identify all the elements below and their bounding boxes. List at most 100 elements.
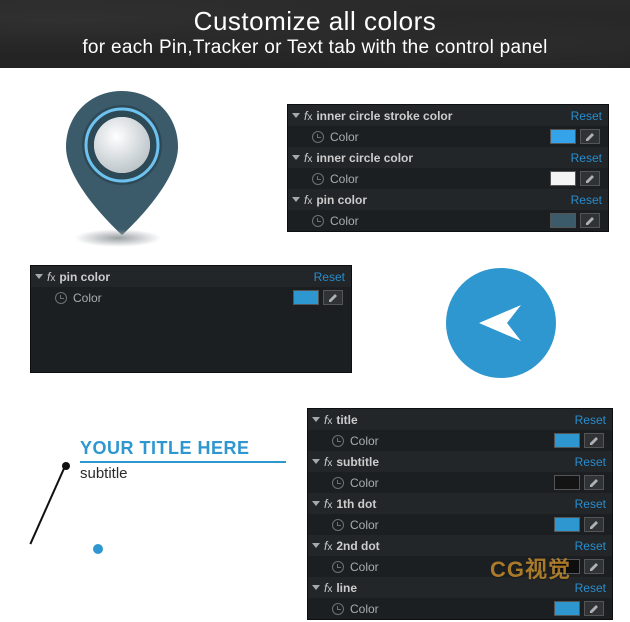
color-swatch[interactable] [550,171,576,186]
stopwatch-icon[interactable] [332,603,344,615]
effect-group: fx subtitle Reset Color [308,451,612,493]
effects-panel-text: fx title Reset Color fx subtitle Reset C… [307,408,613,620]
fx-badge-icon: fx [304,151,312,165]
eyedropper-button[interactable] [584,601,604,616]
effect-property-row: Color [308,598,612,619]
title-text: YOUR TITLE HERE [80,438,286,459]
twirl-down-icon[interactable] [312,501,320,506]
title-dot-secondary [93,544,103,554]
property-label: Color [330,172,359,186]
effect-group: fx pin color Reset Color [31,266,351,308]
color-swatch[interactable] [554,475,580,490]
reset-link[interactable]: Reset [571,193,602,207]
reset-link[interactable]: Reset [571,151,602,165]
effect-header[interactable]: fx line Reset [308,577,612,598]
property-label: Color [73,291,102,305]
color-swatch[interactable] [554,559,580,574]
send-arrow-icon [446,268,556,378]
color-swatch[interactable] [554,433,580,448]
reset-link[interactable]: Reset [575,497,606,511]
stopwatch-icon[interactable] [312,131,324,143]
effect-header[interactable]: fx pin color Reset [288,189,608,210]
effect-header[interactable]: fx 2nd dot Reset [308,535,612,556]
eyedropper-button[interactable] [584,559,604,574]
reset-link[interactable]: Reset [571,109,602,123]
fx-badge-icon: fx [324,497,332,511]
twirl-down-icon[interactable] [312,585,320,590]
eyedropper-button[interactable] [584,475,604,490]
effect-group: fx line Reset Color [308,577,612,619]
reset-link[interactable]: Reset [575,413,606,427]
fx-badge-icon: fx [324,413,332,427]
effect-group: fx 2nd dot Reset Color [308,535,612,577]
stopwatch-icon[interactable] [312,215,324,227]
effect-group: fx title Reset Color [308,409,612,451]
property-label: Color [350,602,379,616]
twirl-down-icon[interactable] [312,459,320,464]
title-line-connector [29,466,65,544]
color-swatch[interactable] [550,213,576,228]
property-label: Color [350,476,379,490]
eyedropper-button[interactable] [584,433,604,448]
stopwatch-icon[interactable] [312,173,324,185]
twirl-down-icon[interactable] [312,417,320,422]
fx-badge-icon: fx [47,270,55,284]
color-swatch[interactable] [550,129,576,144]
effects-panel-pin: fx inner circle stroke color Reset Color… [287,104,609,232]
twirl-down-icon[interactable] [35,274,43,279]
stopwatch-icon[interactable] [332,477,344,489]
twirl-down-icon[interactable] [312,543,320,548]
fx-badge-icon: fx [324,581,332,595]
effect-name: line [336,581,357,595]
effect-header[interactable]: fx pin color Reset [31,266,351,287]
twirl-down-icon[interactable] [292,197,300,202]
eyedropper-button[interactable] [323,290,343,305]
color-swatch[interactable] [554,517,580,532]
effect-name: pin color [316,193,367,207]
color-swatch[interactable] [293,290,319,305]
effect-name: pin color [59,270,110,284]
twirl-down-icon[interactable] [292,155,300,160]
effects-panel-tracker: fx pin color Reset Color [30,265,352,373]
effect-header[interactable]: fx inner circle stroke color Reset [288,105,608,126]
effect-group: fx inner circle stroke color Reset Color [288,105,608,147]
fx-badge-icon: fx [324,539,332,553]
color-swatch[interactable] [554,601,580,616]
effect-header[interactable]: fx inner circle color Reset [288,147,608,168]
title-underline: YOUR TITLE HERE [80,438,286,463]
eyedropper-button[interactable] [580,213,600,228]
subtitle-text: subtitle [80,465,286,482]
effect-group: fx pin color Reset Color [288,189,608,231]
effect-header[interactable]: fx subtitle Reset [308,451,612,472]
eyedropper-button[interactable] [580,129,600,144]
reset-link[interactable]: Reset [575,539,606,553]
effect-name: inner circle stroke color [316,109,452,123]
effect-header[interactable]: fx 1th dot Reset [308,493,612,514]
effect-header[interactable]: fx title Reset [308,409,612,430]
effect-name: subtitle [336,455,379,469]
effect-property-row: Color [31,287,351,308]
reset-link[interactable]: Reset [314,270,345,284]
property-label: Color [350,518,379,532]
reset-link[interactable]: Reset [575,455,606,469]
map-pin-icon [52,85,192,245]
effect-group: fx inner circle color Reset Color [288,147,608,189]
reset-link[interactable]: Reset [575,581,606,595]
eyedropper-button[interactable] [584,517,604,532]
fx-badge-icon: fx [324,455,332,469]
stopwatch-icon[interactable] [332,435,344,447]
title-preview: YOUR TITLE HERE subtitle [36,438,286,588]
effect-property-row: Color [288,126,608,147]
hero-title: Customize all colors [0,0,630,37]
twirl-down-icon[interactable] [292,113,300,118]
stopwatch-icon[interactable] [332,561,344,573]
property-label: Color [350,434,379,448]
stopwatch-icon[interactable] [55,292,67,304]
eyedropper-button[interactable] [580,171,600,186]
effect-property-row: Color [308,472,612,493]
effect-name: 2nd dot [336,539,379,553]
tracker-preview [446,268,556,378]
stopwatch-icon[interactable] [332,519,344,531]
effect-name: 1th dot [336,497,376,511]
property-label: Color [350,560,379,574]
